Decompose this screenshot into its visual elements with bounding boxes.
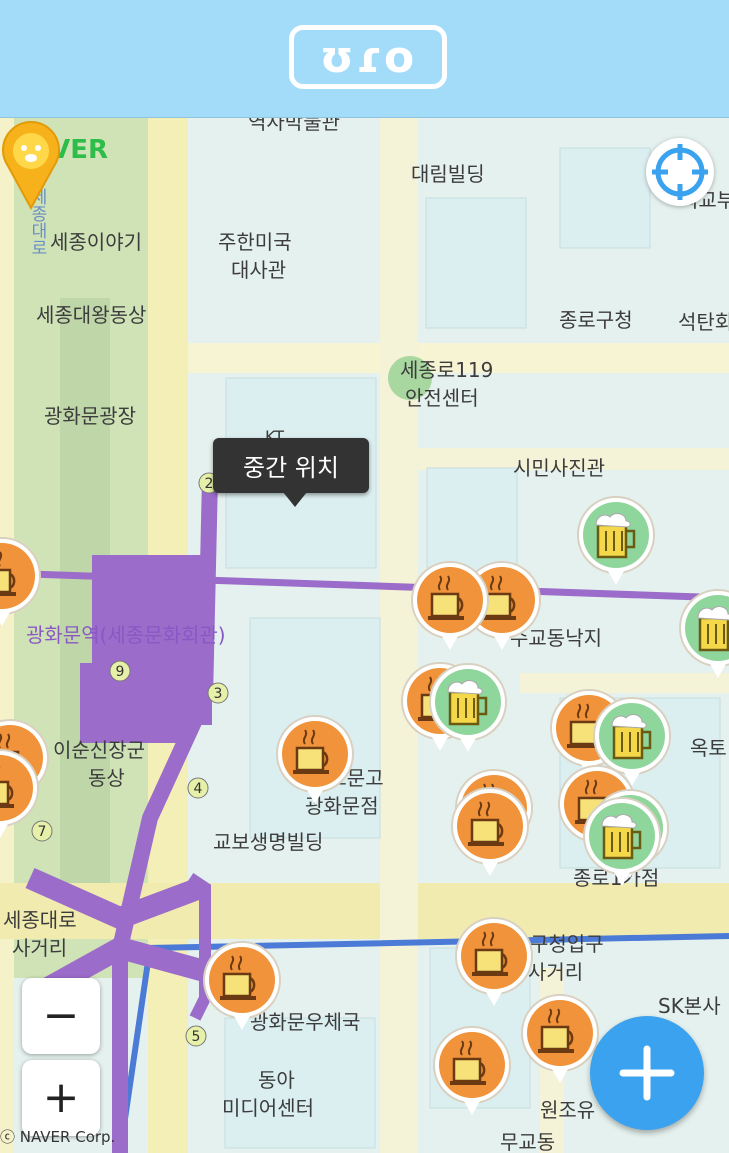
app-header: ʊɾo: [0, 0, 729, 118]
beer-mug-icon: [678, 588, 729, 680]
plus-icon: [619, 1045, 675, 1101]
coffee-cup-icon: [432, 987, 512, 1117]
poi-pins: [0, 495, 729, 1117]
zoom-out-button[interactable]: −: [22, 978, 100, 1054]
midpoint-tooltip: 중간 위치: [213, 438, 369, 507]
add-button[interactable]: [590, 1016, 704, 1130]
locate-button[interactable]: [646, 138, 714, 206]
beer-mug-icon: [582, 796, 662, 888]
coffee-cup-icon: [410, 522, 490, 652]
coffee-cup-icon: [202, 902, 282, 1032]
coffee-cup-icon: [520, 955, 600, 1085]
beer-mug-icon: [576, 495, 656, 587]
map-view[interactable]: NAVER 역사박물관 대림빌딩 세종대로 세종이야기 주한미국 대사관 외교부…: [0, 118, 729, 1153]
crosshair-icon: [652, 144, 708, 200]
coffee-cup-icon: [275, 676, 355, 806]
coffee-cup-icon: [0, 498, 42, 628]
zoom-in-button[interactable]: +: [22, 1060, 100, 1136]
map-copyright: ⓒ NAVER Corp.: [0, 1128, 116, 1146]
coffee-cup-icon: [454, 878, 534, 1008]
face-pin-icon[interactable]: [0, 118, 62, 210]
app-logo: ʊɾo: [289, 25, 447, 89]
coffee-cup-icon: [450, 748, 530, 878]
